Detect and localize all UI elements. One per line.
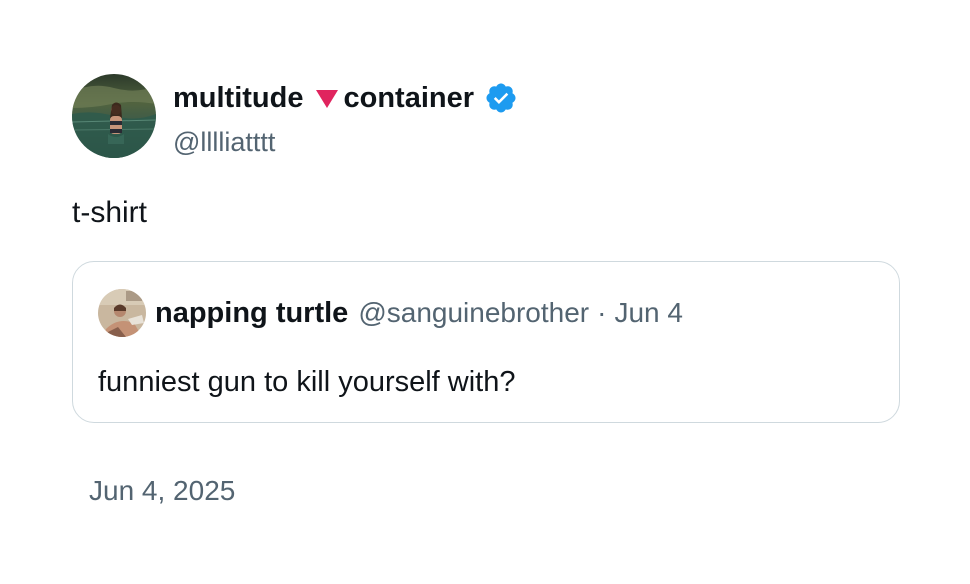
quoted-author-name[interactable]: napping turtle [155, 295, 348, 331]
separator-dot: · [597, 297, 607, 328]
author-handle[interactable]: @lllliatttt [173, 124, 518, 160]
verified-badge-icon[interactable] [484, 81, 518, 115]
quoted-tweet-text: funniest gun to kill yourself with? [98, 366, 516, 398]
display-name-part1[interactable]: multitude [173, 80, 304, 116]
quoted-author-handle[interactable]: @sanguinebrother [358, 295, 589, 331]
author-names: multitude container @lllliatttt [173, 80, 518, 160]
tweet-header: multitude container @lllliatttt [72, 74, 518, 160]
display-name[interactable]: multitude container [173, 80, 518, 116]
red-down-triangle-icon [315, 90, 338, 108]
author-avatar[interactable] [72, 74, 156, 158]
avatar-photo-icon [72, 74, 156, 158]
avatar-photo-icon [98, 289, 146, 337]
quoted-tweet-date[interactable]: Jun 4 [614, 295, 683, 331]
display-name-part2[interactable]: container [344, 80, 475, 116]
tweet-text: t-shirt [72, 196, 147, 229]
tweet-card: multitude container @lllliatttt t-shirt [0, 0, 970, 584]
quoted-author-avatar[interactable] [98, 289, 146, 337]
quoted-tweet-header: napping turtle @sanguinebrother · Jun 4 [98, 289, 683, 337]
tweet-timestamp[interactable]: Jun 4, 2025 [89, 473, 235, 509]
quoted-tweet[interactable]: napping turtle @sanguinebrother · Jun 4 … [72, 261, 900, 423]
